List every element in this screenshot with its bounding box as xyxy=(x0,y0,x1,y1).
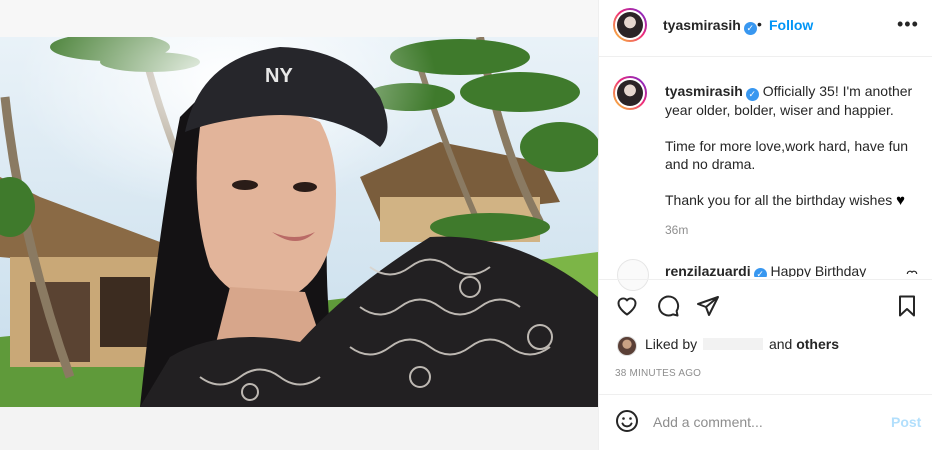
liked-by-prefix: Liked by xyxy=(645,336,698,352)
comment-text: Happy Birthday xyxy=(770,263,867,277)
caption-line-2: Time for more love,work hard, have fun a… xyxy=(665,138,909,172)
svg-text:NY: NY xyxy=(265,65,293,87)
post-comment-button[interactable]: Post xyxy=(891,414,921,430)
author-username[interactable]: tyasmirasih ✓ xyxy=(663,17,757,35)
heart-icon[interactable] xyxy=(615,294,639,318)
emoji-icon[interactable] xyxy=(615,409,639,433)
liked-by-others[interactable]: others xyxy=(796,336,839,352)
post-timestamp[interactable]: 38 MINUTES AGO xyxy=(615,368,701,379)
more-icon[interactable]: ••• xyxy=(897,14,919,35)
media-pane-bottom xyxy=(0,407,598,450)
comment-item: renzilazuardi ✓ Happy Birthday xyxy=(665,262,905,277)
separator-dot: • xyxy=(757,16,762,32)
selfie-photo-illustration: NY xyxy=(0,37,598,407)
author-avatar[interactable] xyxy=(613,8,647,42)
liked-by-summary[interactable]: Liked by and others xyxy=(645,336,839,352)
follow-button[interactable]: Follow xyxy=(769,17,813,33)
post-details-pane: tyasmirasih ✓ • Follow ••• tyasmirasih ✓ O… xyxy=(598,0,932,450)
post-actions-bar xyxy=(599,279,932,329)
comment-icon[interactable] xyxy=(656,294,680,318)
media-pane: NY xyxy=(0,0,598,450)
post-header: tyasmirasih ✓ • Follow ••• xyxy=(599,0,932,57)
verified-icon: ✓ xyxy=(745,88,759,101)
liked-by-connector: and xyxy=(768,336,793,352)
caption-username[interactable]: tyasmirasih xyxy=(665,83,743,99)
verified-icon: ✓ xyxy=(753,268,767,277)
post-caption: tyasmirasih ✓ Officially 35! I'm another … xyxy=(665,82,920,210)
bookmark-icon[interactable] xyxy=(895,294,919,318)
black-heart-icon: ♥ xyxy=(896,192,906,209)
comment-like-icon[interactable] xyxy=(905,268,919,274)
comment-input[interactable] xyxy=(653,411,873,433)
commenter-username[interactable]: renzilazuardi xyxy=(665,263,751,277)
caption-line-3: Thank you for all the birthday wishes xyxy=(665,192,893,208)
author-username-text: tyasmirasih xyxy=(663,17,741,33)
liker-avatar[interactable] xyxy=(617,336,637,356)
add-comment-bar: Post xyxy=(599,394,932,450)
post-photo[interactable]: NY xyxy=(0,37,598,407)
share-icon[interactable] xyxy=(696,294,720,318)
liker-name-redacted xyxy=(703,338,764,350)
verified-icon: ✓ xyxy=(743,22,757,35)
caption-author-avatar[interactable] xyxy=(613,76,647,110)
caption-time-ago[interactable]: 36m xyxy=(665,223,688,237)
